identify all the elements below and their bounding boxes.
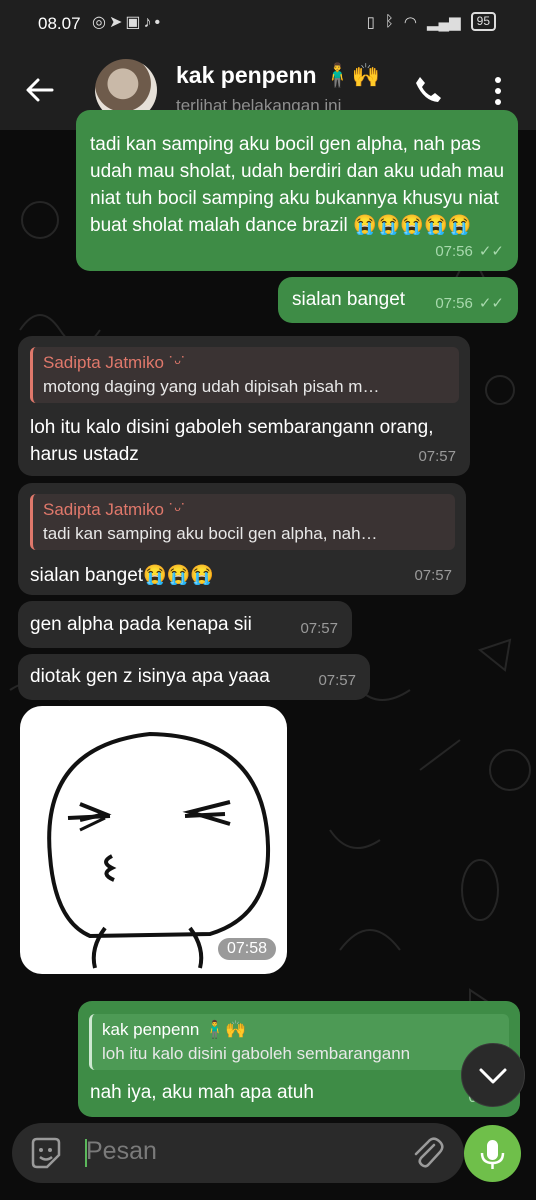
system-icons: ▯ ᛒ ◠ ▂▄▆ 95 xyxy=(367,12,496,31)
message-bubble-incoming[interactable]: gen alpha pada kenapa sii 07:57 xyxy=(18,601,352,648)
chevron-down-icon xyxy=(479,1068,507,1084)
message-time: 07:57 xyxy=(300,620,338,637)
status-bar: 08.07 ◎➤▣♪• ▯ ᛒ ◠ ▂▄▆ 95 xyxy=(0,0,536,48)
attachment-icon[interactable] xyxy=(410,1135,444,1171)
message-time: 07:56 xyxy=(435,243,473,260)
message-bubble-incoming[interactable]: Sadipta Jatmiko ˙ᵕ˙ tadi kan samping aku… xyxy=(18,483,466,595)
more-options-icon[interactable] xyxy=(486,74,510,108)
voice-record-button[interactable] xyxy=(464,1125,521,1182)
message-text: sialan banget😭😭😭 xyxy=(30,565,215,586)
status-time: 08.07 xyxy=(38,14,81,33)
message-time: 07:57 xyxy=(318,672,356,689)
message-meta: 07:57 xyxy=(318,667,356,694)
telegram-icon: ➤ xyxy=(108,14,126,31)
instagram-icon: ▣ xyxy=(125,14,144,31)
sticker-time: 07:58 xyxy=(218,938,277,960)
scroll-to-bottom-button[interactable] xyxy=(461,1043,525,1107)
reply-text: loh itu kalo disini gaboleh sembarangann xyxy=(102,1044,411,1063)
reply-text: motong daging yang udah dipisah pisah m… xyxy=(43,377,380,396)
double-check-icon: ✓✓ xyxy=(478,295,504,312)
message-text: sialan banget xyxy=(292,289,406,310)
wifi-icon: ◠ xyxy=(403,13,417,31)
reply-author: Sadipta Jatmiko ˙ᵕ˙ xyxy=(43,500,187,519)
message-meta: 07:57 xyxy=(418,443,456,470)
reply-author: Sadipta Jatmiko ˙ᵕ˙ xyxy=(43,353,187,372)
sticker-message[interactable] xyxy=(20,706,287,974)
microphone-icon xyxy=(480,1140,505,1169)
message-time: 07:57 xyxy=(414,567,452,584)
whatsapp-icon: ◎ xyxy=(92,14,109,31)
message-meta: 07:57 xyxy=(414,562,452,589)
double-check-icon: ✓✓ xyxy=(478,243,504,260)
reply-quote[interactable]: Sadipta Jatmiko ˙ᵕ˙ motong daging yang u… xyxy=(30,347,459,403)
message-time: 07:57 xyxy=(418,448,456,465)
message-text: nah iya, aku mah apa atuh xyxy=(90,1082,314,1103)
reply-quote[interactable]: Sadipta Jatmiko ˙ᵕ˙ tadi kan samping aku… xyxy=(30,494,455,550)
reply-author: kak penpenn 🧍‍♂️🙌 xyxy=(102,1020,247,1039)
message-meta: 07:56 ✓✓ xyxy=(435,290,504,317)
emoji-sticker-icon[interactable] xyxy=(28,1135,64,1171)
message-text: diotak gen z isinya apa yaaa xyxy=(30,666,270,687)
tiktok-icon: ♪ xyxy=(143,14,155,31)
reply-text: tadi kan samping aku bocil gen alpha, na… xyxy=(43,524,378,543)
message-input-bar[interactable]: Pesan xyxy=(12,1123,464,1183)
message-bubble-outgoing[interactable]: kak penpenn 🧍‍♂️🙌 loh itu kalo disini ga… xyxy=(78,1001,520,1117)
message-meta: 07:57 xyxy=(300,615,338,642)
back-arrow-icon[interactable] xyxy=(22,72,58,108)
message-bubble-incoming[interactable]: diotak gen z isinya apa yaaa 07:57 xyxy=(18,654,370,700)
message-input[interactable]: Pesan xyxy=(86,1137,157,1166)
notification-icons: ◎➤▣♪• xyxy=(92,12,163,32)
phone-call-icon[interactable] xyxy=(412,74,444,106)
message-bubble-outgoing[interactable]: tadi kan samping aku bocil gen alpha, na… xyxy=(76,110,518,271)
message-text: tadi kan samping aku bocil gen alpha, na… xyxy=(90,134,505,236)
dot-icon: • xyxy=(154,14,164,31)
message-bubble-outgoing[interactable]: sialan banget 07:56 ✓✓ xyxy=(278,277,518,323)
signal-icon: ▂▄▆ xyxy=(426,13,461,31)
message-bubble-incoming[interactable]: Sadipta Jatmiko ˙ᵕ˙ motong daging yang u… xyxy=(18,336,470,476)
bluetooth-icon: ᛒ xyxy=(384,13,394,30)
message-time: 07:56 xyxy=(435,295,473,312)
reply-quote[interactable]: kak penpenn 🧍‍♂️🙌 loh itu kalo disini ga… xyxy=(89,1014,509,1070)
squinting-face-sticker xyxy=(47,731,271,969)
message-text: loh itu kalo disini gaboleh sembarangann… xyxy=(30,417,434,465)
battery-icon: 95 xyxy=(470,12,496,31)
vibrate-icon: ▯ xyxy=(366,13,375,31)
contact-name[interactable]: kak penpenn 🧍‍♂️🙌 xyxy=(176,62,380,89)
message-meta: 07:56 ✓✓ xyxy=(435,238,504,265)
message-text: gen alpha pada kenapa sii xyxy=(30,614,252,635)
